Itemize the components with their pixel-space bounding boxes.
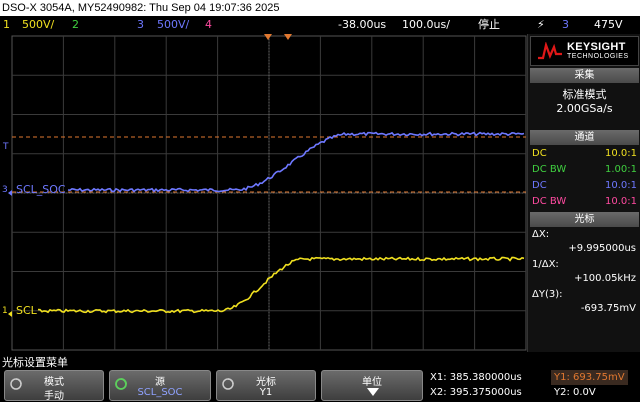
ch3-scale: 500V/ [157,18,190,31]
trigger-position-marker [264,34,272,40]
source-softkey[interactable]: 源 SCL_SOC [109,370,211,401]
acquisition-mode: 标准模式 [562,88,607,101]
ch1-waveform [37,256,525,314]
brand-name: KEYSIGHT [567,41,626,53]
status-bar: 1 500V/ 2 3 500V/ 4 -38.00us 100.0us/ 停止… [0,16,640,34]
inverse-delta-x-value: +100.05kHz [574,273,636,284]
time-delay: -38.00us [338,18,387,31]
cursors-header[interactable]: 光标 [530,212,639,227]
ch3-number[interactable]: 3 [137,16,144,34]
ch3-ground-arrow [8,190,12,196]
y1-readout[interactable]: Y1: 693.75mV [551,370,628,385]
ch1-ground-marker[interactable]: 1 [2,306,8,316]
channel-row-2: DC BW 1.00:1 [532,164,637,175]
sample-rate: 2.00GSa/s [556,102,613,115]
delta-y-value: -693.75mV [580,303,636,314]
channel-row-4: DC BW 10.0:1 [532,196,637,207]
trigger-level-marker[interactable]: T [3,142,9,152]
keysight-logo: KEYSIGHT TECHNOLOGIES [530,36,639,66]
ch3-label: SCL_SOC [16,183,66,196]
y2-readout[interactable]: Y2: 0.0V [551,385,599,400]
side-panel: KEYSIGHT TECHNOLOGIES 采集 标准模式 2.00GSa/s … [527,34,640,352]
inverse-delta-x-label: 1/ΔX: [532,259,559,270]
arrow-down-icon [367,388,379,396]
ch1-label: SCL [16,304,37,317]
acquisition-header[interactable]: 采集 [530,68,639,83]
time-scale: 100.0us/ [402,18,450,31]
cursor-softkey[interactable]: 光标 Y1 [216,370,316,401]
ch3-ground-marker[interactable]: 3 [2,185,8,195]
trigger-icon: ⚡ [537,18,545,31]
ch2-number[interactable]: 2 [72,16,79,34]
keysight-wave-icon [538,42,562,60]
ch1-number[interactable]: 1 [3,16,10,34]
units-softkey[interactable]: 单位 [321,370,423,401]
mode-softkey[interactable]: 模式 手动 [4,370,104,402]
channel-row-1: DC 10.0:1 [532,148,637,159]
x2-readout: X2: 395.375000us [430,387,522,398]
window-title: DSO-X 3054A, MY52490982: Thu Sep 04 19:0… [0,0,640,16]
ch3-waveform [67,131,525,193]
delta-x-label: ΔX: [532,229,550,240]
cursor-readout: X1: 385.380000us X2: 395.375000us Y1: 69… [427,370,640,402]
ch1-ground-arrow [8,311,12,317]
trigger-level: 475V [594,18,623,31]
channels-header[interactable]: 通道 [530,130,639,145]
ch4-number[interactable]: 4 [205,16,212,34]
menu-title: 光标设置菜单 [2,356,68,369]
delay-marker [284,34,292,40]
run-state: 停止 [478,18,500,31]
brand-sub: TECHNOLOGIES [567,53,629,60]
delta-x-value: +9.995000us [568,243,636,254]
delta-y-label: ΔY(3): [532,289,563,300]
ch1-scale: 500V/ [22,18,55,31]
channel-row-3: DC 10.0:1 [532,180,637,191]
graticule [8,34,527,351]
waveform-display[interactable]: SCL_SOC SCL 3 1 T [0,34,527,352]
trigger-source: 3 [562,18,569,31]
x1-readout: X1: 385.380000us [430,372,522,383]
